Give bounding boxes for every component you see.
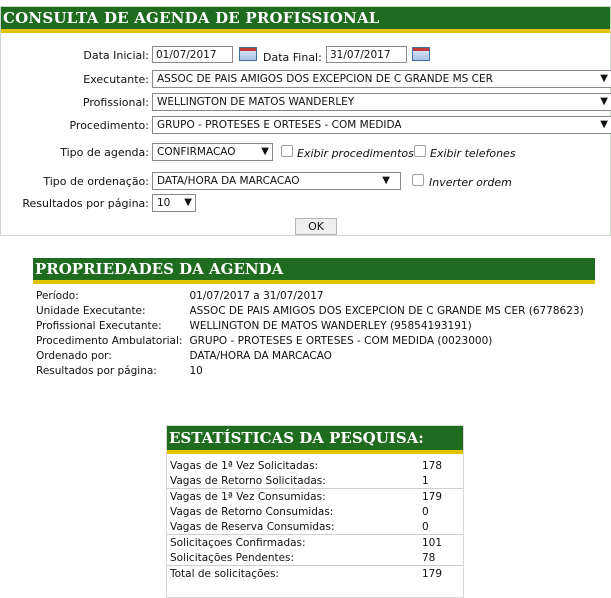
property-value: 01/07/2017 a 31/07/2017	[189, 290, 324, 302]
procedimento-value: GRUPO - PROTESES E ORTESES - COM MEDIDA	[157, 119, 402, 131]
profissional-value: WELLINGTON DE MATOS WANDERLEY	[157, 96, 355, 108]
table-row: Profissional Executante: WELLINGTON DE MA…	[33, 320, 588, 335]
tipo-ordenacao-value: DATA/HORA DA MARCACAO	[157, 175, 300, 187]
tipo-ordenacao-select[interactable]: DATA/HORA DA MARCACAO ▼	[152, 172, 401, 190]
table-row: Período: 01/07/2017 a 31/07/2017	[33, 290, 588, 305]
data-inicial-input[interactable]	[152, 46, 233, 63]
properties-panel: PROPRIEDADES DA AGENDA Período: 01/07/201…	[33, 258, 595, 408]
stat-key: Vagas de Retorno Solicitadas:	[170, 474, 326, 487]
search-panel-title: CONSULTA DE AGENDA DE PROFISSIONAL	[1, 7, 610, 33]
chevron-down-icon: ▼	[184, 197, 192, 208]
stat-key: Vagas de Reserva Consumidas:	[170, 520, 335, 533]
data-final-input[interactable]	[326, 46, 407, 63]
executante-label: Executante:	[83, 73, 149, 86]
stat-value: 0	[422, 505, 429, 518]
table-row: Unidade Executante: ASSOC DE PAIS AMIGOS …	[33, 305, 588, 320]
procedimento-select[interactable]: GRUPO - PROTESES E ORTESES - COM MEDIDA …	[152, 116, 611, 134]
stat-value: 78	[422, 551, 436, 564]
executante-value: ASSOC DE PAIS AMIGOS DOS EXCEPCION DE C …	[157, 73, 493, 85]
exibir-telefones-label: Exibir telefones	[430, 147, 516, 160]
chevron-down-icon: ▼	[600, 96, 608, 107]
stat-value: 101	[419, 534, 463, 550]
search-panel: CONSULTA DE AGENDA DE PROFISSIONAL Data …	[0, 6, 611, 236]
profissional-label: Profissional:	[82, 96, 149, 109]
stat-key: Vagas de 1ª Vez Solicitadas:	[170, 459, 319, 472]
property-key: Período:	[36, 290, 79, 302]
stat-value: 1	[422, 474, 429, 487]
property-key: Profissional Executante:	[36, 320, 162, 332]
property-key: Resultados por página:	[36, 365, 157, 377]
chevron-down-icon: ▼	[600, 73, 608, 84]
procedimento-label: Procedimento:	[69, 119, 149, 132]
stat-value: 178	[422, 459, 443, 472]
data-final-label: Data Final:	[263, 51, 322, 64]
data-inicial-label: Data Inicial:	[83, 49, 149, 62]
stat-value: 179	[419, 565, 463, 581]
calendar-icon[interactable]	[239, 47, 257, 61]
chevron-down-icon: ▼	[600, 119, 608, 130]
table-row: Vagas de Retorno Consumidas: 0	[167, 504, 463, 519]
statistics-title: ESTATÍSTICAS DA PESQUISA:	[167, 426, 463, 454]
exibir-telefones-checkbox[interactable]	[414, 145, 426, 157]
stat-key: Solicitaçoes Confirmadas:	[167, 534, 419, 550]
inverter-ordem-label: Inverter ordem	[429, 176, 512, 189]
profissional-select[interactable]: WELLINGTON DE MATOS WANDERLEY ▼	[152, 93, 611, 111]
property-value: ASSOC DE PAIS AMIGOS DOS EXCEPCION DE C …	[189, 305, 584, 317]
table-row: Procedimento Ambulatorial: GRUPO - PROTES…	[33, 335, 588, 350]
resultados-label: Resultados por página:	[22, 197, 149, 210]
table-row: Total de solicitações: 179	[167, 565, 463, 581]
ok-button[interactable]: OK	[295, 218, 337, 235]
resultados-select[interactable]: 10 ▼	[152, 194, 196, 212]
stat-key: Solicitações Pendentes:	[170, 551, 295, 564]
table-row: Vagas de 1ª Vez Consumidas: 179	[167, 488, 463, 504]
stat-key: Vagas de Retorno Consumidas:	[170, 505, 334, 518]
exibir-procedimentos-checkbox[interactable]	[281, 145, 293, 157]
table-row: Ordenado por: DATA/HORA DA MARCACAO	[33, 350, 588, 365]
stat-key: Total de solicitações:	[167, 565, 419, 581]
table-row: Solicitaçoes Confirmadas: 101	[167, 534, 463, 550]
property-key: Procedimento Ambulatorial:	[36, 335, 183, 347]
tipo-agenda-label: Tipo de agenda:	[60, 146, 149, 159]
chevron-down-icon: ▼	[382, 175, 390, 186]
stat-value: 179	[419, 488, 463, 504]
executante-select[interactable]: ASSOC DE PAIS AMIGOS DOS EXCEPCION DE C …	[152, 70, 611, 88]
stat-value: 0	[422, 520, 429, 533]
properties-table: Período: 01/07/2017 a 31/07/2017 Unidade …	[33, 290, 588, 380]
property-value: WELLINGTON DE MATOS WANDERLEY (958541931…	[189, 320, 472, 332]
stat-key: Vagas de 1ª Vez Consumidas:	[167, 488, 419, 504]
table-row: Resultados por página: 10	[33, 365, 588, 380]
statistics-panel: ESTATÍSTICAS DA PESQUISA: Vagas de 1ª Ve…	[166, 425, 464, 598]
property-key: Ordenado por:	[36, 350, 112, 362]
table-row: Vagas de 1ª Vez Solicitadas: 178	[167, 458, 463, 473]
property-value: 10	[189, 365, 203, 377]
property-value: GRUPO - PROTESES E ORTESES - COM MEDIDA …	[189, 335, 493, 347]
properties-title: PROPRIEDADES DA AGENDA	[33, 258, 595, 284]
statistics-table: Vagas de 1ª Vez Solicitadas: 178 Vagas de…	[167, 458, 463, 581]
tipo-agenda-select[interactable]: CONFIRMACAO ▼	[152, 143, 273, 161]
calendar-icon[interactable]	[412, 47, 430, 61]
inverter-ordem-checkbox[interactable]	[412, 174, 424, 186]
chevron-down-icon: ▼	[261, 146, 269, 157]
tipo-ordenacao-label: Tipo de ordenação:	[43, 175, 149, 188]
table-row: Vagas de Reserva Consumidas: 0	[167, 519, 463, 535]
table-row: Vagas de Retorno Solicitadas: 1	[167, 473, 463, 489]
exibir-procedimentos-label: Exibir procedimentos	[297, 147, 414, 160]
tipo-agenda-value: CONFIRMACAO	[157, 146, 236, 158]
property-key: Unidade Executante:	[36, 305, 146, 317]
resultados-value: 10	[157, 197, 171, 209]
property-value: DATA/HORA DA MARCACAO	[189, 350, 332, 362]
table-row: Solicitações Pendentes: 78	[167, 550, 463, 566]
